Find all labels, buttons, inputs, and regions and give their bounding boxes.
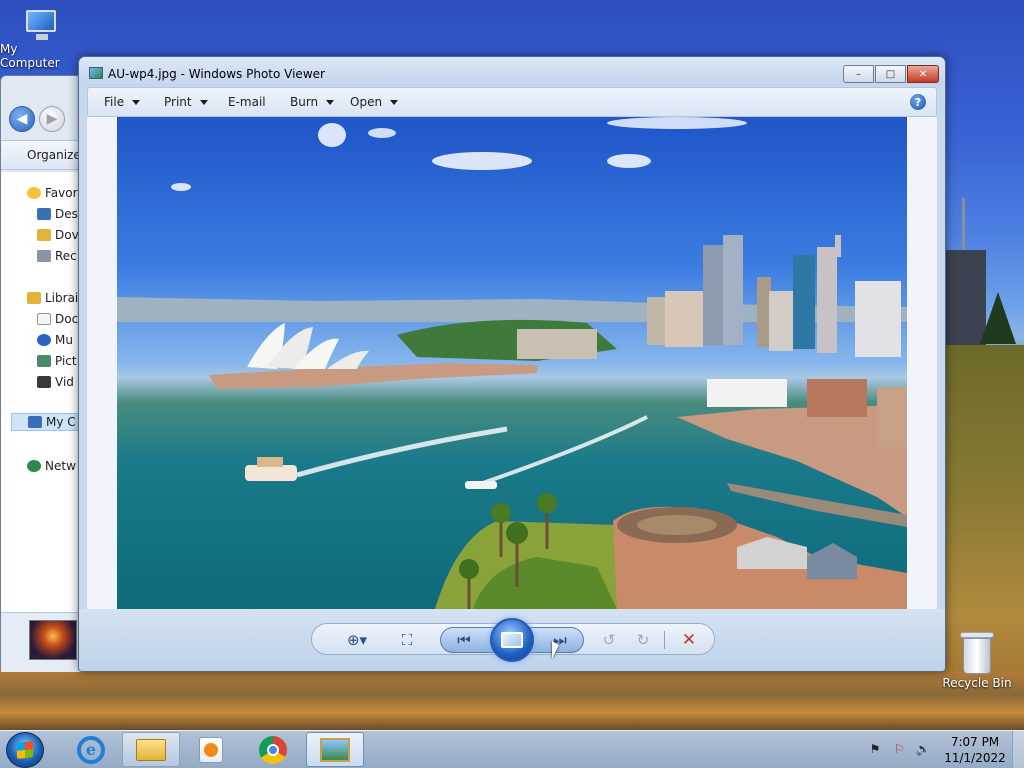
menu-burn[interactable]: Burn (290, 95, 335, 109)
downloads-icon (37, 229, 51, 241)
help-button[interactable]: ? (910, 94, 926, 110)
computer-icon (20, 8, 60, 42)
system-tray: ⚑ ⚐ 🔈 7:07 PM 11/1/2022 (860, 731, 1024, 768)
menu-email[interactable]: E-mail (228, 95, 266, 109)
taskbar: e ⚑ ⚐ 🔈 7:07 PM 11/1/2022 (0, 730, 1024, 768)
rotate-counterclockwise-icon: ↺ (602, 631, 616, 649)
explorer-nav: ◀ ▶ (9, 106, 65, 132)
taskbar-windows-explorer[interactable] (122, 732, 180, 767)
internet-explorer-icon: e (77, 735, 105, 764)
close-button[interactable]: ✕ (907, 65, 939, 83)
action-center-icon[interactable]: ⚐ (892, 742, 906, 756)
chevron-down-icon (199, 99, 208, 105)
taskbar-photo-viewer[interactable] (306, 732, 364, 767)
clock-time: 7:07 PM (950, 735, 1000, 749)
zoom-button[interactable]: ⊕▾ (340, 629, 374, 651)
clock-date: 11/1/2022 (944, 751, 1006, 765)
window-controls: – □ ✕ (843, 65, 939, 83)
chevron-down-icon (326, 99, 335, 105)
thumbnail (29, 620, 77, 660)
back-button[interactable]: ◀ (9, 106, 35, 132)
clock[interactable]: 7:07 PM 11/1/2022 (942, 734, 1008, 766)
explorer-window[interactable]: ◀ ▶ Organize Favor Des Dov Rec Librai Do… (0, 75, 91, 672)
photo-viewer-icon (320, 737, 350, 762)
library-icon (27, 292, 41, 304)
recycle-bin-icon (960, 630, 994, 676)
desktop-icon-label: My Computer (0, 42, 60, 70)
rotate-ccw-button[interactable]: ↺ (598, 629, 620, 651)
mouse-pointer (552, 641, 559, 659)
organize-button[interactable]: Organize (27, 148, 81, 162)
delete-button[interactable]: ✕ (678, 629, 700, 651)
wallpaper-foreground (0, 672, 1024, 730)
minimize-button[interactable]: – (843, 65, 874, 83)
window-title: AU-wp4.jpg - Windows Photo Viewer (108, 67, 325, 81)
desktop-icon-my-computer[interactable]: My Computer (0, 8, 80, 70)
delete-icon: ✕ (681, 630, 697, 650)
menu-open[interactable]: Open (350, 95, 399, 109)
desktop-icon-label: Recycle Bin (942, 676, 1012, 690)
previous-button[interactable]: ⏮ (453, 629, 475, 651)
rotate-clockwise-icon: ↻ (636, 631, 650, 649)
menu-print[interactable]: Print (164, 95, 208, 109)
zoom-icon: ⊕▾ (346, 631, 368, 649)
photo-viewer-icon (89, 67, 103, 79)
computer-icon (28, 416, 42, 428)
slideshow-button[interactable] (490, 618, 534, 662)
documents-icon (37, 313, 51, 325)
taskbar-media-player[interactable] (182, 732, 240, 767)
pictures-icon (37, 355, 51, 367)
chrome-icon (259, 735, 287, 764)
media-player-icon (199, 736, 223, 763)
music-icon (37, 334, 51, 346)
taskbar-internet-explorer[interactable]: e (62, 732, 120, 767)
taskbar-chrome[interactable] (244, 732, 302, 767)
title-bar[interactable]: AU-wp4.jpg - Windows Photo Viewer – □ ✕ (79, 57, 945, 85)
photo-image (117, 117, 907, 609)
sydney-harbour-picture (117, 117, 907, 609)
forward-button[interactable]: ▶ (39, 106, 65, 132)
chevron-down-icon (132, 99, 141, 105)
previous-icon: ⏮ (457, 631, 471, 649)
slideshow-icon (501, 632, 523, 648)
actual-size-button[interactable]: ⛶ (396, 629, 418, 651)
network-icon (27, 460, 41, 472)
recent-icon (37, 250, 51, 262)
toolbar-separator (664, 631, 665, 649)
maximize-button[interactable]: □ (875, 65, 906, 83)
videos-icon (37, 376, 51, 388)
windows-explorer-icon (136, 738, 166, 761)
desktop-icon (37, 208, 51, 220)
network-tray-icon[interactable]: ⚑ (868, 742, 882, 756)
menu-file[interactable]: File (104, 95, 141, 109)
image-canvas (87, 117, 937, 609)
star-icon (27, 187, 41, 199)
rotate-cw-button[interactable]: ↻ (632, 629, 654, 651)
viewer-toolbar: ⊕▾ ⛶ ⏮ ⏭ ↺ ↻ ✕ (79, 609, 945, 671)
start-icon (17, 741, 33, 759)
photo-viewer-window[interactable]: AU-wp4.jpg - Windows Photo Viewer – □ ✕ … (78, 56, 946, 672)
controls-pill: ⊕▾ ⛶ ⏮ ⏭ ↺ ↻ ✕ (311, 618, 715, 662)
wallpaper-tree (980, 292, 1016, 344)
show-desktop-button[interactable] (1012, 731, 1024, 768)
menu-bar: File Print E-mail Burn Open ? (87, 87, 937, 117)
volume-icon[interactable]: 🔈 (916, 742, 931, 756)
desktop-icon-recycle-bin[interactable]: Recycle Bin (940, 630, 1014, 690)
chevron-down-icon (390, 99, 399, 105)
start-button[interactable] (6, 732, 44, 768)
fit-to-window-icon: ⛶ (401, 631, 413, 649)
